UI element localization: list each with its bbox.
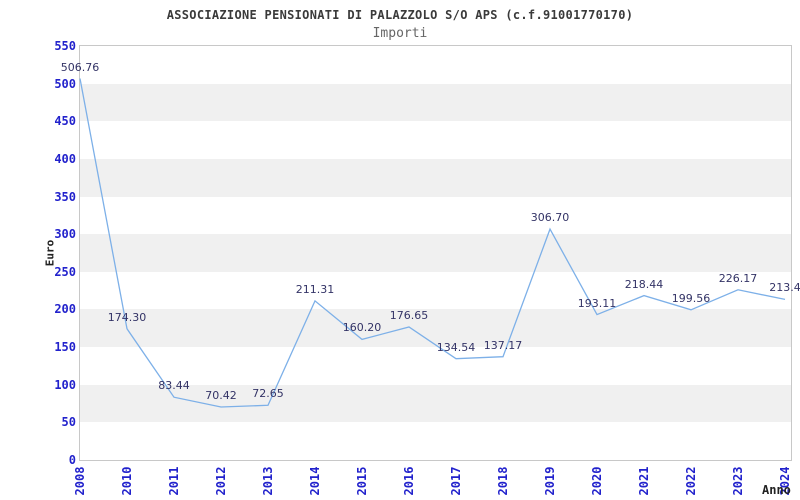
y-tick-label: 500 bbox=[54, 76, 76, 91]
point-label: 174.30 bbox=[107, 310, 147, 324]
line-series-layer bbox=[79, 78, 786, 408]
x-tick-label: 2019 bbox=[543, 466, 557, 496]
y-tick-label: 50 bbox=[61, 415, 76, 430]
point-label: 213.4 bbox=[769, 281, 800, 295]
point-label: 137.17 bbox=[483, 338, 523, 352]
x-tick-label: 2021 bbox=[637, 466, 651, 496]
x-tick-label: 2022 bbox=[684, 466, 698, 496]
x-tick-label: 2014 bbox=[308, 466, 322, 496]
point-label: 226.17 bbox=[718, 271, 758, 285]
x-tick-label: 2020 bbox=[590, 466, 604, 496]
y-tick-label: 400 bbox=[54, 151, 76, 166]
y-tick-label: 150 bbox=[54, 340, 76, 355]
point-label: 218.44 bbox=[624, 277, 664, 291]
x-tick-label: 2018 bbox=[496, 466, 510, 496]
series-line bbox=[79, 78, 786, 408]
point-label: 83.44 bbox=[158, 379, 190, 393]
x-axis-title: Anno bbox=[762, 483, 791, 497]
point-label: 176.65 bbox=[389, 309, 429, 323]
x-tick-label: 2015 bbox=[355, 466, 369, 496]
point-label: 506.76 bbox=[60, 60, 100, 74]
point-label: 160.20 bbox=[342, 321, 382, 335]
y-tick-label: 200 bbox=[54, 302, 76, 317]
x-tick-label: 2008 bbox=[73, 466, 87, 496]
y-tick-label: 450 bbox=[54, 114, 76, 129]
point-label: 306.70 bbox=[530, 211, 570, 225]
x-tick-label: 2013 bbox=[261, 466, 275, 496]
x-tick-label: 2010 bbox=[120, 466, 134, 496]
y-tick-label: 0 bbox=[68, 453, 76, 467]
y-axis-title: Euro bbox=[43, 239, 57, 267]
x-tick-label: 2016 bbox=[402, 466, 416, 496]
x-tick-label: 2011 bbox=[167, 466, 181, 496]
point-label: 72.65 bbox=[252, 387, 284, 401]
x-tick-label: 2023 bbox=[731, 466, 745, 496]
x-tick-label: 2012 bbox=[214, 466, 228, 496]
point-label: 134.54 bbox=[436, 340, 476, 354]
y-tick-label: 350 bbox=[54, 189, 76, 204]
point-label: 193.11 bbox=[577, 296, 617, 310]
chart-canvas: ASSOCIAZIONE PENSIONATI DI PALAZZOLO S/O… bbox=[0, 0, 800, 500]
point-label: 211.31 bbox=[295, 282, 335, 296]
x-tick-label: 2017 bbox=[449, 466, 463, 496]
y-tick-label: 550 bbox=[54, 39, 76, 53]
y-tick-label: 250 bbox=[54, 264, 76, 279]
y-tick-label: 100 bbox=[54, 377, 76, 392]
point-label: 199.56 bbox=[671, 291, 711, 305]
point-label: 70.42 bbox=[205, 388, 237, 402]
